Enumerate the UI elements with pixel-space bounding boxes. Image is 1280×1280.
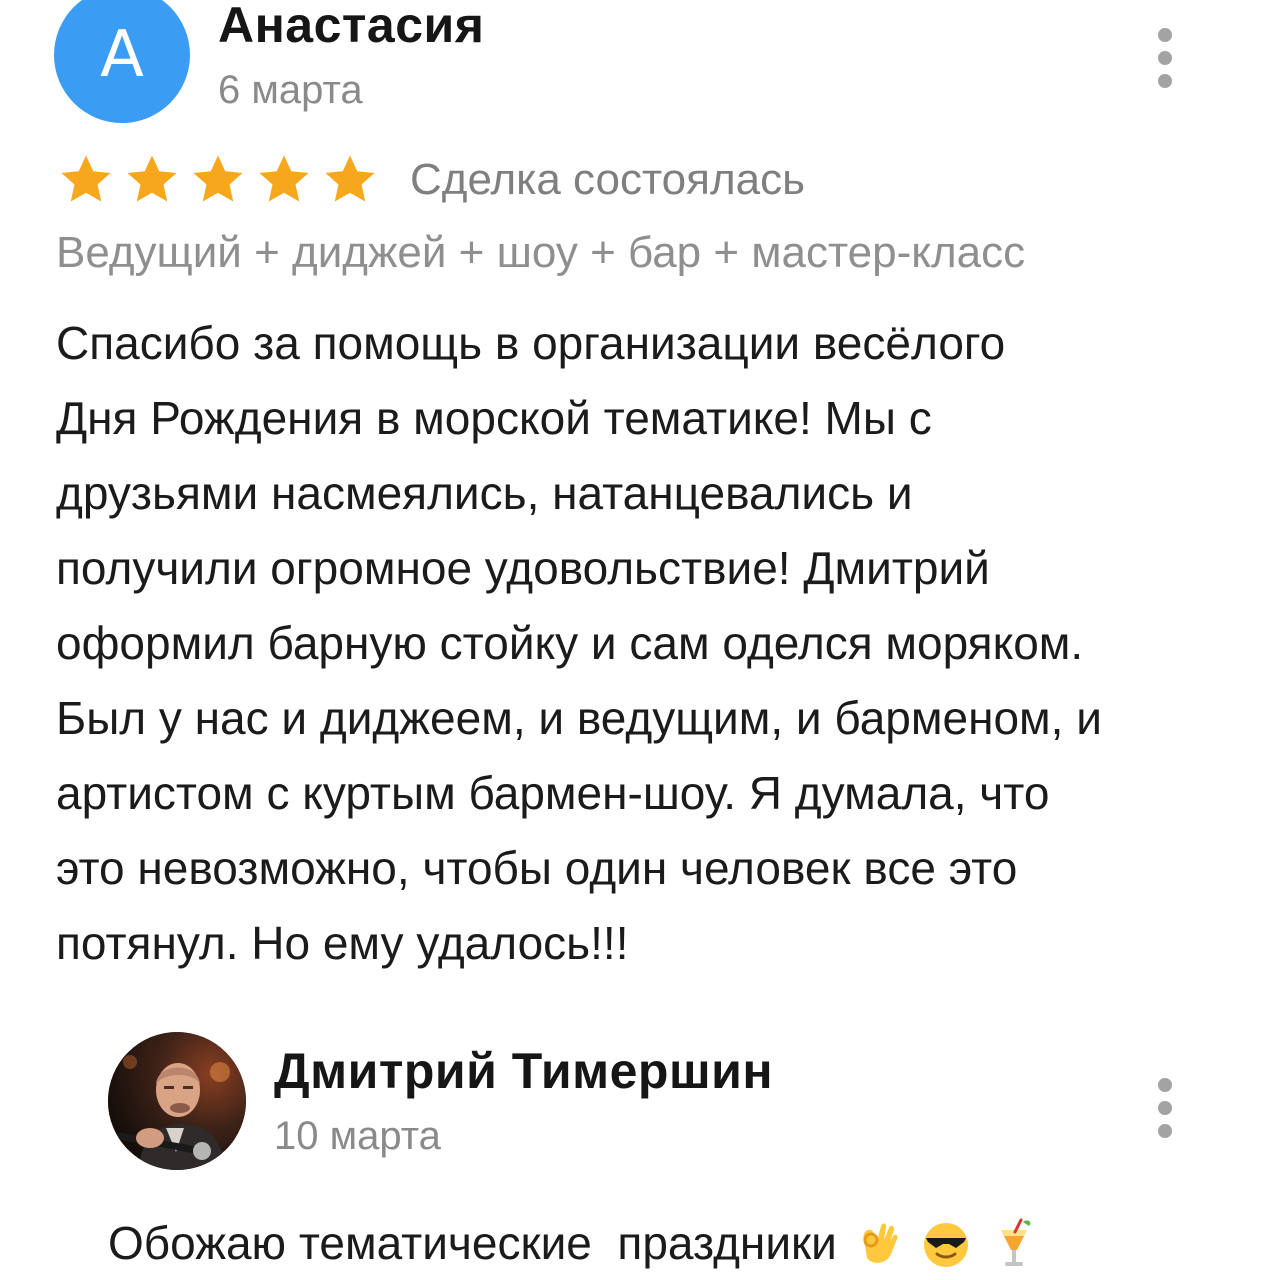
review-text-line: друзьями насмеялись, натанцевались и xyxy=(56,467,913,519)
review-text-line: Дня Рождения в морской тематике! Мы с xyxy=(56,392,932,444)
review-text-line: получили огромное удовольствие! Дмитрий xyxy=(56,542,990,594)
avatar[interactable] xyxy=(108,1032,246,1170)
review-text-line: Был у нас и диджеем, и ведущим, и бармен… xyxy=(56,692,1102,744)
star-icon xyxy=(188,150,248,210)
review-text-line: это невозможно, чтобы один человек все э… xyxy=(56,842,1018,894)
review-author-name[interactable]: Анастасия xyxy=(218,0,484,54)
kebab-dot-icon xyxy=(1158,1101,1172,1115)
review-text-line: Спасибо за помощь в организации весёлого xyxy=(56,317,1006,369)
kebab-dot-icon xyxy=(1158,1078,1172,1092)
sunglasses-emoji-icon xyxy=(919,1216,973,1270)
review-text-line: оформил барную стойку и сам оделся моряк… xyxy=(56,617,1084,669)
star-icon xyxy=(254,150,314,210)
kebab-dot-icon xyxy=(1158,28,1172,42)
star-icon xyxy=(122,150,182,210)
reply-more-options-button[interactable] xyxy=(1145,1078,1185,1138)
review-text-line: потянул. Но ему удалось!!! xyxy=(56,917,629,969)
avatar-letter: А xyxy=(100,18,144,92)
ok-hand-emoji-icon xyxy=(851,1216,905,1270)
review-date: 6 марта xyxy=(218,68,363,112)
reply-author-name[interactable]: Дмитрий Тимершин xyxy=(274,1042,773,1100)
star-icon xyxy=(56,150,116,210)
deal-status: Сделка состоялась xyxy=(410,155,806,204)
review-text-line: артистом с куртым бармен-шоу. Я думала, … xyxy=(56,767,1050,819)
review-more-options-button[interactable] xyxy=(1145,28,1185,88)
kebab-dot-icon xyxy=(1158,51,1172,65)
tropical-drink-emoji-icon xyxy=(987,1216,1041,1270)
star-rating xyxy=(56,150,386,210)
reply-text-row: Обожаю тематические праздники xyxy=(108,1216,1041,1270)
profile-photo xyxy=(108,1032,246,1170)
review-card: А Анастасия 6 марта Сделка состоялась Ве… xyxy=(0,0,1280,1000)
kebab-dot-icon xyxy=(1158,74,1172,88)
service-description: Ведущий + диджей + шоу + бар + мастер-кл… xyxy=(56,228,1026,277)
star-icon xyxy=(320,150,380,210)
rating-row: Сделка состоялась xyxy=(56,150,805,210)
review-text: Спасибо за помощь в организации весёлого… xyxy=(56,306,1246,981)
seller-reply: Дмитрий Тимершин 10 марта Обожаю тематич… xyxy=(0,1020,1280,1280)
kebab-dot-icon xyxy=(1158,1124,1172,1138)
reply-date: 10 марта xyxy=(274,1114,441,1158)
reply-text: Обожаю тематические праздники xyxy=(108,1217,837,1269)
avatar[interactable]: А xyxy=(54,0,190,123)
